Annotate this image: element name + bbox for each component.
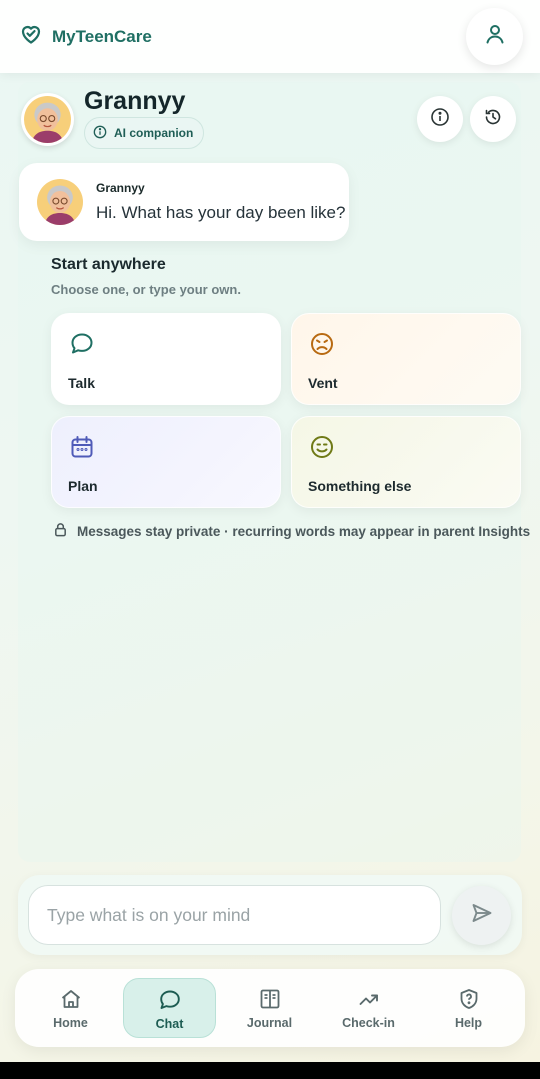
nav-label: Help [454, 1016, 483, 1030]
nav-label: Check-in [342, 1016, 395, 1030]
history-button[interactable] [470, 96, 516, 142]
start-title: Start anywhere [51, 256, 166, 273]
privacy-text: Messages stay private · recurring words … [77, 523, 531, 539]
app-name: MyTeenCare [52, 26, 152, 46]
nav-label: Journal [246, 1016, 293, 1030]
nav-check-in[interactable]: Check-in [322, 978, 415, 1038]
option-label: Talk [68, 375, 95, 391]
start-subtitle: Choose one, or type your own. [51, 282, 241, 297]
option-label: Vent [308, 375, 338, 391]
calendar-icon [71, 436, 93, 458]
message-sender: Grannyy [96, 181, 145, 195]
send-icon [470, 901, 494, 930]
ai-companion-badge[interactable]: AI companion [84, 117, 205, 149]
message-avatar [37, 179, 83, 225]
nav-home[interactable]: Home [24, 978, 117, 1038]
option-label: Something else [308, 478, 412, 494]
grandma-avatar-icon [37, 179, 83, 225]
heart-check-icon [19, 22, 43, 51]
brand[interactable]: MyTeenCare [19, 22, 152, 51]
lock-icon [53, 522, 68, 540]
grandma-avatar-icon [24, 96, 71, 143]
message-input[interactable] [28, 885, 441, 945]
companion-name: Grannyy [84, 87, 186, 115]
option-talk[interactable]: Talk [51, 313, 281, 405]
chat-icon [159, 990, 180, 1009]
info-icon [430, 107, 450, 132]
system-bar [0, 1062, 540, 1079]
home-icon [61, 990, 80, 1008]
option-vent[interactable]: Vent [291, 313, 521, 405]
user-icon [483, 22, 507, 51]
smile-face-icon [311, 436, 333, 458]
info-button[interactable] [417, 96, 463, 142]
message-text: Hi. What has your day been like? [96, 203, 346, 222]
book-icon [260, 989, 279, 1009]
nav-chat[interactable]: Chat [123, 978, 216, 1038]
message-bubble: Grannyy Hi. What has your day been like? [19, 163, 349, 241]
trend-up-icon [359, 994, 378, 1005]
info-icon [93, 125, 107, 142]
history-icon [483, 107, 503, 132]
nav-help[interactable]: Help [422, 978, 515, 1038]
badge-label: AI companion [114, 126, 194, 140]
frustrated-face-icon [311, 333, 333, 355]
companion-avatar [21, 93, 74, 146]
option-plan[interactable]: Plan [51, 416, 281, 508]
chat-bubble-icon [71, 333, 93, 354]
option-something-else[interactable]: Something else [291, 416, 521, 508]
top-bar: MyTeenCare [0, 0, 540, 73]
nav-journal[interactable]: Journal [223, 978, 316, 1038]
send-button[interactable] [452, 886, 511, 945]
nav-label: Chat [155, 1017, 184, 1031]
option-label: Plan [68, 478, 98, 494]
nav-label: Home [53, 1016, 88, 1030]
privacy-note: Messages stay private · recurring words … [53, 522, 530, 540]
shield-question-icon [460, 989, 477, 1009]
profile-button[interactable] [466, 8, 523, 65]
